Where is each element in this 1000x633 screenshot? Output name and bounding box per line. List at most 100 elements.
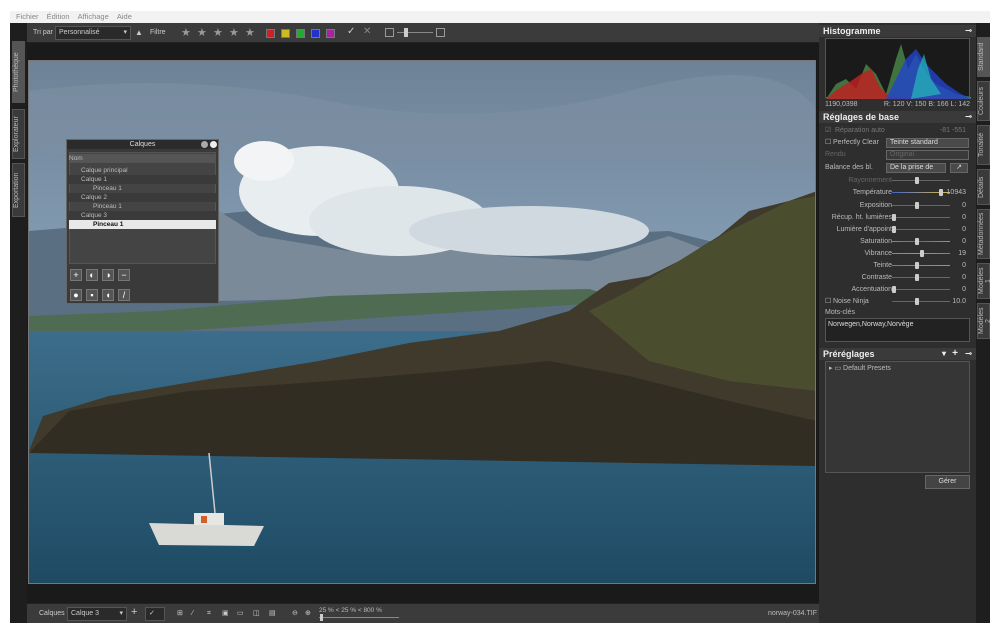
red-eye-icon[interactable]: ▣ xyxy=(222,608,229,620)
lock-icon[interactable]: ▤ xyxy=(269,608,276,620)
keywords-field[interactable]: Norwegen,Norway,Norvège xyxy=(825,318,970,342)
slider-track[interactable] xyxy=(892,180,950,181)
slider-track[interactable] xyxy=(892,265,950,266)
star-2-icon[interactable]: ★ xyxy=(197,26,207,39)
add-icon[interactable]: + xyxy=(131,606,137,618)
presets-header[interactable]: Préréglages ▾ + ⊸ xyxy=(819,348,976,360)
checkbox-icon[interactable]: ☐ xyxy=(825,137,831,148)
zoom-slider[interactable] xyxy=(319,617,399,618)
brush-tool-icon[interactable]: / xyxy=(118,289,130,301)
slider-track[interactable] xyxy=(892,241,950,242)
add-preset-icon[interactable]: + xyxy=(952,348,958,360)
straighten-icon[interactable]: ⁄ xyxy=(192,608,193,620)
sort-direction-icon[interactable]: ▲ xyxy=(135,27,143,39)
slider-handle[interactable] xyxy=(915,238,919,245)
remove-layer-icon[interactable]: − xyxy=(118,269,130,281)
rect-tool-icon[interactable]: ▪ xyxy=(86,289,98,301)
close-icon[interactable] xyxy=(210,141,217,148)
slider-handle[interactable] xyxy=(915,274,919,281)
layer-row-selected[interactable]: Pinceau 1 xyxy=(69,220,216,229)
brush-select[interactable]: ✓ xyxy=(145,607,165,621)
preset-item[interactable]: ▸ ▭ Default Presets xyxy=(829,363,959,374)
tab-exportation[interactable]: Exportation xyxy=(12,163,25,217)
slider-track[interactable] xyxy=(892,289,950,290)
menu-file[interactable]: Fichier xyxy=(16,11,39,23)
add-layer-icon[interactable]: + xyxy=(70,269,82,281)
perfectly-clear-select[interactable]: Teinte standard xyxy=(886,138,969,148)
tab-tonalite[interactable]: Tonalité xyxy=(977,125,990,165)
layer-row[interactable]: Calque principal xyxy=(69,166,216,175)
layer-row[interactable]: Calque 2 xyxy=(69,193,216,202)
slider-track[interactable] xyxy=(892,217,950,218)
checkbox-icon[interactable]: ☐ xyxy=(825,296,831,307)
accept-icon[interactable]: ✓ xyxy=(347,26,355,38)
thumb-large-icon[interactable] xyxy=(436,28,445,37)
tab-standard[interactable]: Standard xyxy=(977,37,990,77)
color-label-blue[interactable] xyxy=(311,29,320,38)
layers-panel[interactable]: Calques Nom Calque principal Calque 1 Pi… xyxy=(66,139,219,304)
panel-options-icon[interactable] xyxy=(201,141,208,148)
star-1-icon[interactable]: ★ xyxy=(181,26,191,39)
eyedropper-icon[interactable]: ↗ xyxy=(950,163,968,173)
tab-details[interactable]: Détails xyxy=(977,169,990,205)
menu-edit[interactable]: Édition xyxy=(47,11,70,23)
slider-handle[interactable] xyxy=(920,250,924,257)
slider-handle[interactable] xyxy=(915,298,919,305)
sort-select[interactable]: Personnalisé ▾ xyxy=(55,26,131,40)
basic-settings-header[interactable]: Réglages de base ⊸ xyxy=(819,111,976,123)
chevron-down-icon[interactable]: ▾ xyxy=(942,348,946,360)
zoom-out-icon[interactable]: ⊖ xyxy=(292,608,298,620)
pin-icon[interactable]: ⊸ xyxy=(965,25,972,37)
slider-track[interactable] xyxy=(892,205,950,206)
star-5-icon[interactable]: ★ xyxy=(245,26,255,39)
thumb-small-icon[interactable] xyxy=(385,28,394,37)
auto-repair-row[interactable]: ☑ Réparation auto -81 -551 xyxy=(819,125,976,136)
slider-handle[interactable] xyxy=(939,189,943,196)
rendu-select[interactable]: Original xyxy=(886,150,969,160)
slider-handle[interactable] xyxy=(892,226,896,233)
slider-handle[interactable] xyxy=(892,214,896,221)
star-4-icon[interactable]: ★ xyxy=(229,26,239,39)
layer-row[interactable]: Calque 3 xyxy=(69,211,216,220)
tab-phototheque[interactable]: Photothèque xyxy=(12,41,25,103)
layer-row[interactable]: Calque 1 xyxy=(69,175,216,184)
pin-icon[interactable]: ⊸ xyxy=(965,111,972,123)
slider-track[interactable] xyxy=(892,301,950,302)
tab-modeles-2[interactable]: Modèles 2 xyxy=(977,303,992,339)
manage-button[interactable]: Gérer xyxy=(925,475,970,489)
layer-select[interactable]: Calque 3 ▾ xyxy=(67,607,127,621)
reject-icon[interactable]: ✕ xyxy=(363,26,371,38)
layer-row[interactable]: Pinceau 1 xyxy=(69,184,216,193)
tab-metadonnees[interactable]: Métadonnées xyxy=(977,209,990,259)
gradient-tool-icon[interactable]: ◖ xyxy=(102,289,114,301)
menu-help[interactable]: Aide xyxy=(117,11,132,23)
tab-couleurs[interactable]: Couleurs xyxy=(977,81,990,121)
brush-layer-icon[interactable]: ◑ xyxy=(102,269,114,281)
crop-icon[interactable]: ⌗ xyxy=(207,608,211,620)
color-label-purple[interactable] xyxy=(326,29,335,38)
ellipse-tool-icon[interactable]: ● xyxy=(70,289,82,301)
compare-icon[interactable]: ▭ xyxy=(237,608,244,620)
split-view-icon[interactable]: ◫ xyxy=(253,608,260,620)
slider-handle[interactable] xyxy=(915,202,919,209)
slider-track[interactable] xyxy=(892,277,950,278)
white-balance-select[interactable]: De la prise de xyxy=(886,163,946,173)
pin-icon[interactable]: ⊸ xyxy=(965,348,972,360)
layer-row[interactable]: Pinceau 1 xyxy=(69,202,216,211)
color-label-yellow[interactable] xyxy=(281,29,290,38)
lasso-layer-icon[interactable]: ◐ xyxy=(86,269,98,281)
histogram-header[interactable]: Histogramme ⊸ xyxy=(819,25,976,37)
tab-explorateur[interactable]: Explorateur xyxy=(12,109,25,159)
filter-button[interactable]: Filtre xyxy=(150,27,166,39)
thumbnail-size-handle[interactable] xyxy=(404,28,408,37)
zoom-slider-handle[interactable] xyxy=(320,614,323,621)
zoom-in-icon[interactable]: ⊕ xyxy=(305,608,311,620)
slider-handle[interactable] xyxy=(915,262,919,269)
checkbox-icon[interactable]: ☑ xyxy=(825,125,831,136)
tab-modeles-1[interactable]: Modèles 1 xyxy=(977,263,992,299)
color-label-green[interactable] xyxy=(296,29,305,38)
slider-track[interactable] xyxy=(892,229,950,230)
slider-handle[interactable] xyxy=(915,177,919,184)
star-3-icon[interactable]: ★ xyxy=(213,26,223,39)
grid-icon[interactable]: ⊞ xyxy=(177,608,183,620)
